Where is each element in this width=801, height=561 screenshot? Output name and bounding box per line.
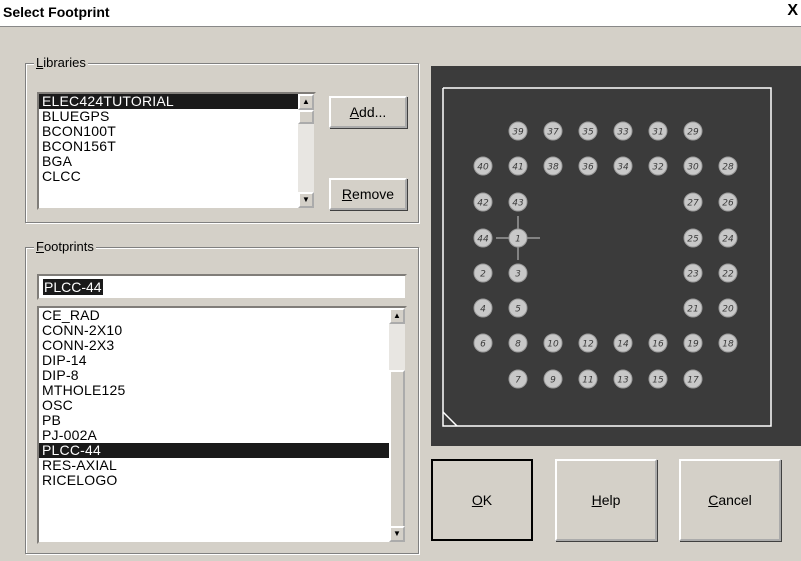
pad-label: 30 [687, 163, 699, 173]
cancel-button[interactable]: Cancel [679, 459, 781, 541]
add-library-button[interactable]: Add... [329, 96, 407, 128]
library-list-item[interactable]: BGA [39, 154, 314, 169]
scroll-thumb[interactable] [298, 110, 314, 124]
footprint-filter-field[interactable]: PLCC-44 [37, 274, 407, 300]
footprint-list-item[interactable]: PJ-002A [39, 428, 405, 443]
pad-label: 7 [515, 376, 521, 386]
pad-label: 38 [547, 163, 559, 173]
footprint-list-item[interactable]: PLCC-44 [39, 443, 405, 458]
pad-label: 39 [512, 128, 524, 138]
pad-label: 28 [722, 163, 734, 173]
footprint-preview: 39 37 35 33 31 29 40 41 38 36 34 32 30 28 42 43 27 26 44 1 2… [431, 66, 801, 446]
footprint-filter-value[interactable]: PLCC-44 [43, 279, 103, 295]
pad-label: 8 [515, 340, 521, 350]
pad-label: 31 [652, 128, 663, 138]
scroll-down-icon[interactable]: ▼ [298, 192, 314, 208]
pad-label: 1 [515, 235, 521, 245]
pad-label: 42 [477, 199, 489, 209]
pad-label: 17 [687, 376, 699, 386]
pad-label: 14 [617, 340, 629, 350]
pad-label: 19 [687, 340, 699, 350]
pad-label: 44 [477, 235, 489, 245]
libraries-scrollbar[interactable]: ▲ ▼ [298, 94, 314, 208]
pad-label: 9 [550, 376, 556, 386]
pad-label: 40 [477, 163, 489, 173]
footprint-list-item[interactable]: PB [39, 413, 405, 428]
scroll-thumb[interactable] [389, 370, 405, 540]
footprint-list-item[interactable]: CE_RAD [39, 308, 405, 323]
footprint-list-item[interactable]: CONN-2X3 [39, 338, 405, 353]
title-bar: Select Footprint X [0, 0, 801, 27]
pad-label: 10 [547, 340, 559, 350]
library-list-item[interactable]: BCON100T [39, 124, 314, 139]
pad-label: 21 [687, 305, 698, 315]
footprint-list-item[interactable]: CONN-2X10 [39, 323, 405, 338]
footprints-list[interactable]: CE_RAD CONN-2X10 CONN-2X3 DIP-14 DIP-8 MTHOLE… [37, 306, 407, 544]
window-title: Select Footprint [3, 4, 110, 20]
close-icon[interactable]: X [787, 2, 798, 20]
board-outline [442, 87, 772, 427]
library-list-item[interactable]: BCON156T [39, 139, 314, 154]
pad-label: 26 [722, 199, 734, 209]
remove-library-button[interactable]: Remove [329, 178, 407, 210]
pad-label: 36 [582, 163, 594, 173]
footprint-preview-canvas: 39 37 35 33 31 2940 41 38 36 34 32 30 2842 43 27 2644 1 2… [442, 87, 772, 427]
scroll-up-icon[interactable]: ▲ [389, 308, 405, 324]
footprint-list-item[interactable]: DIP-14 [39, 353, 405, 368]
pad-label: 34 [617, 163, 629, 173]
help-button[interactable]: Help [555, 459, 657, 541]
pad-label: 5 [515, 305, 521, 315]
ok-button[interactable]: OK [431, 459, 533, 541]
pad-label: 3 [515, 270, 521, 280]
pad-label: 41 [512, 163, 523, 173]
select-footprint-dialog: Select Footprint X Libraries ELEC424TUTO… [0, 0, 801, 561]
pad-label: 15 [652, 376, 664, 386]
board-corner-mark [442, 411, 458, 427]
scroll-down-icon[interactable]: ▼ [389, 526, 405, 542]
library-list-item[interactable]: BLUEGPS [39, 109, 314, 124]
library-list-item[interactable]: CLCC [39, 169, 314, 184]
footprint-list-item[interactable]: OSC [39, 398, 405, 413]
pad-label: 24 [722, 235, 734, 245]
pad-label: 18 [722, 340, 734, 350]
scroll-up-icon[interactable]: ▲ [298, 94, 314, 110]
pad-label: 27 [687, 199, 699, 209]
pad-label: 16 [652, 340, 664, 350]
library-list-item[interactable]: ELEC424TUTORIAL [39, 94, 314, 109]
pad-label: 6 [480, 340, 486, 350]
footprint-list-item[interactable]: RICELOGO [39, 473, 405, 488]
pad-label: 4 [480, 305, 486, 315]
pad-label: 22 [722, 270, 734, 280]
pad-label: 11 [582, 376, 593, 386]
pad-label: 20 [722, 305, 734, 315]
footprints-label: Footprints [34, 239, 96, 254]
pad-label: 43 [512, 199, 524, 209]
pad-label: 29 [687, 128, 699, 138]
pad-label: 33 [617, 128, 629, 138]
pad-label: 23 [687, 270, 699, 280]
footprints-scrollbar[interactable]: ▲ ▼ [389, 308, 405, 542]
footprint-list-item[interactable]: MTHOLE125 [39, 383, 405, 398]
pad-label: 35 [582, 128, 594, 138]
pad-label: 32 [652, 163, 664, 173]
footprint-list-item[interactable]: RES-AXIAL [39, 458, 405, 473]
footprint-list-item[interactable]: DIP-8 [39, 368, 405, 383]
libraries-list[interactable]: ELEC424TUTORIAL BLUEGPS BCON100T BCON156T BG… [37, 92, 316, 210]
pad-label: 25 [687, 235, 699, 245]
pad-label: 2 [480, 270, 486, 280]
pad-label: 12 [582, 340, 594, 350]
libraries-label: Libraries [34, 55, 88, 70]
pad-label: 37 [547, 128, 559, 138]
pad-label: 13 [617, 376, 629, 386]
